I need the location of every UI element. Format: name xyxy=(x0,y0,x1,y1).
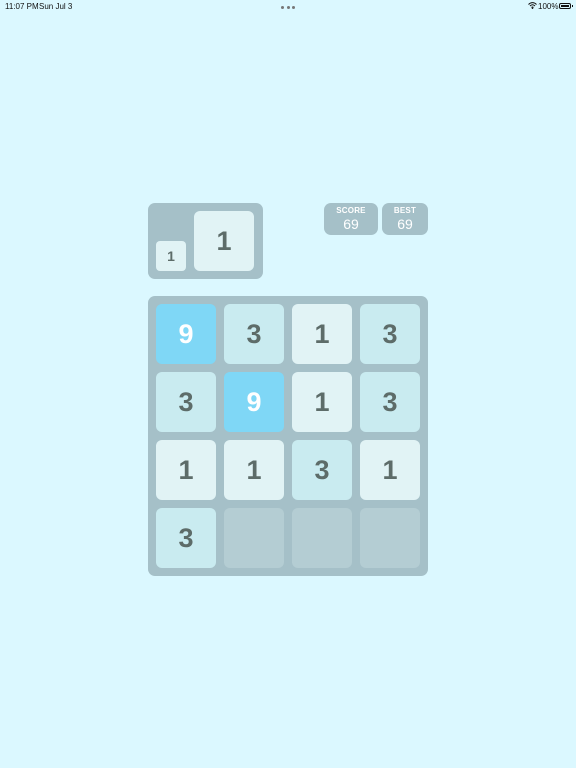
empty-cell xyxy=(360,508,420,568)
best-score-label: BEST xyxy=(393,206,417,215)
empty-cell xyxy=(224,508,284,568)
tile: 3 xyxy=(292,440,352,500)
best-score-box: BEST 69 xyxy=(382,203,428,235)
battery-percent: 100% xyxy=(538,2,559,11)
score-label: SCORE xyxy=(336,206,366,215)
score-box: SCORE 69 xyxy=(324,203,378,235)
tile: 3 xyxy=(360,304,420,364)
wifi-icon xyxy=(528,2,537,9)
next-tile-large: 1 xyxy=(194,211,254,271)
status-date: Sun Jul 3 xyxy=(39,2,73,11)
tile: 1 xyxy=(156,440,216,500)
game-board[interactable]: 9313391311313 xyxy=(148,296,428,576)
status-time: 11:07 PM xyxy=(5,2,39,11)
next-tile-small: 1 xyxy=(156,241,186,271)
status-bar: 11:07 PM Sun Jul 3 100% xyxy=(0,0,576,14)
tile: 1 xyxy=(224,440,284,500)
tile: 1 xyxy=(360,440,420,500)
tile: 3 xyxy=(156,372,216,432)
tile: 3 xyxy=(224,304,284,364)
tile: 3 xyxy=(156,508,216,568)
tile: 9 xyxy=(156,304,216,364)
best-score-value: 69 xyxy=(397,216,413,232)
multitasking-dots-icon[interactable] xyxy=(281,6,295,9)
battery-icon xyxy=(559,3,573,9)
empty-cell xyxy=(292,508,352,568)
next-tile-panel: 1 1 xyxy=(148,203,263,279)
tile: 3 xyxy=(360,372,420,432)
score-value: 69 xyxy=(343,216,359,232)
tile: 9 xyxy=(224,372,284,432)
tile: 1 xyxy=(292,304,352,364)
tile: 1 xyxy=(292,372,352,432)
